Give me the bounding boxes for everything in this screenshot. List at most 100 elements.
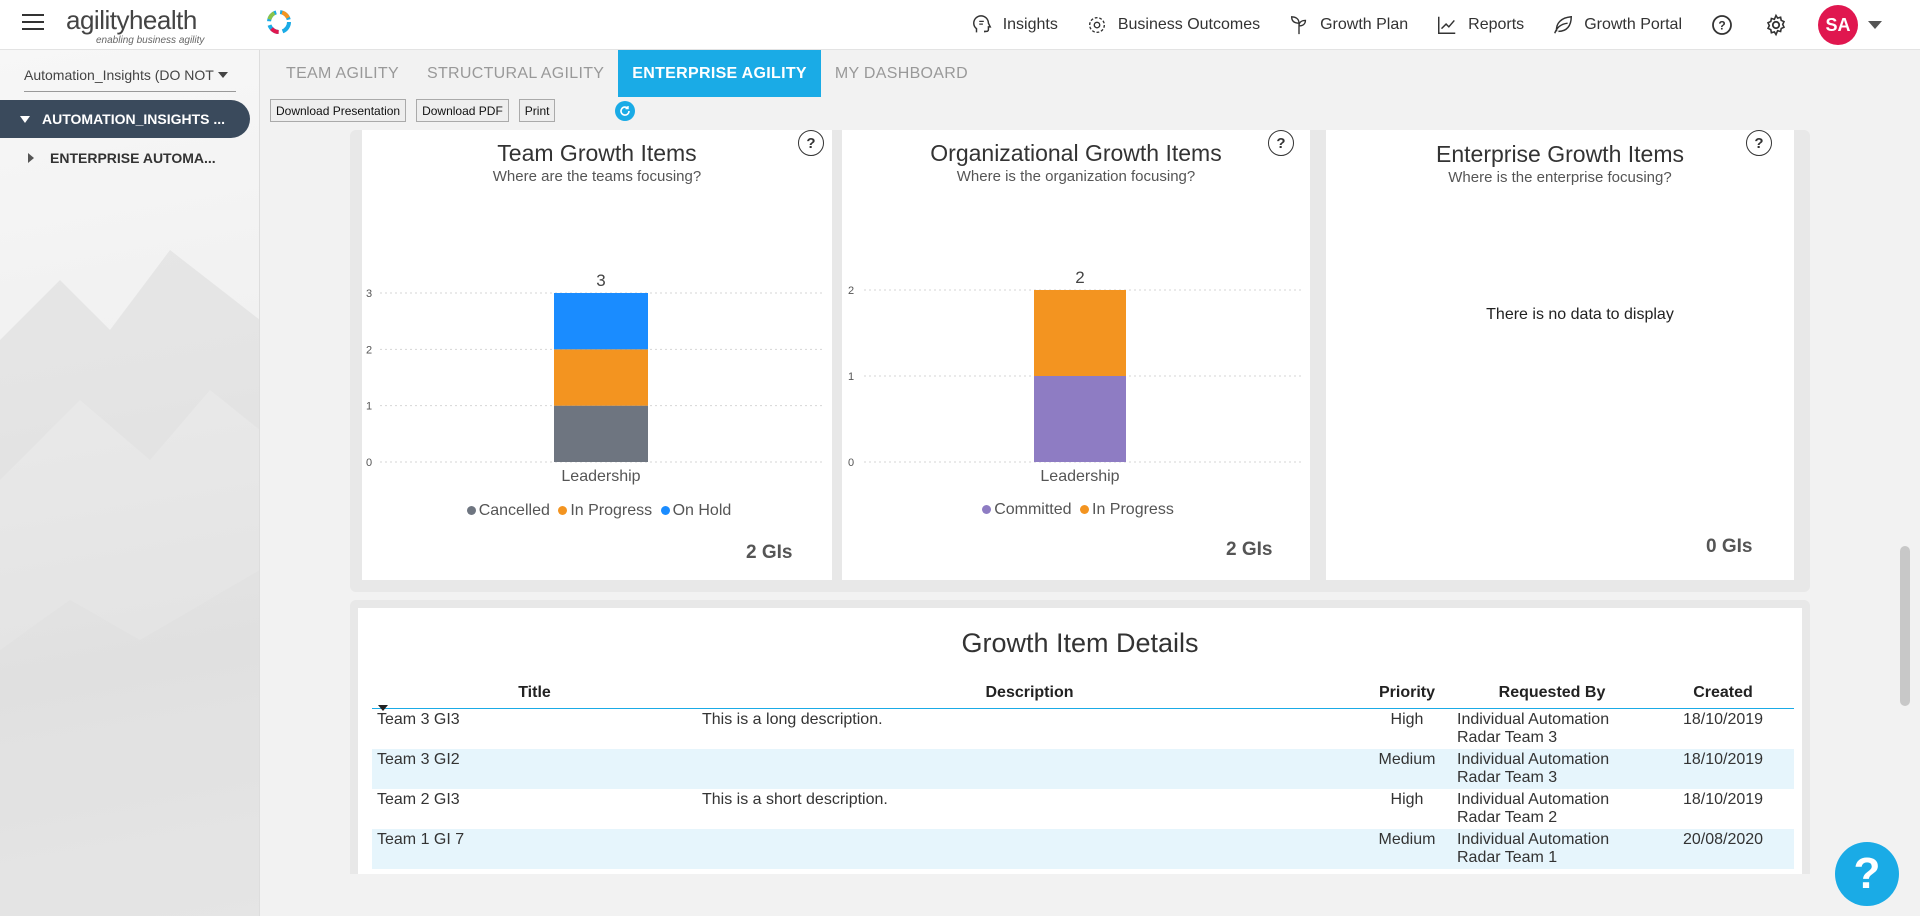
cell-created: 18/10/2019 (1682, 711, 1764, 728)
tree-item-label: AUTOMATION_INSIGHTS ... (42, 111, 226, 127)
legend-item-cancelled: Cancelled (463, 502, 550, 519)
tab-bar: TEAM AGILITY STRUCTURAL AGILITY ENTERPRI… (272, 50, 982, 97)
column-header-description[interactable]: Description (697, 680, 1362, 709)
bar-segment-in-progress (1034, 290, 1126, 376)
details-title: Growth Item Details (961, 628, 1199, 658)
enterprise-growth-items-card: Enterprise Growth Items Where is the ent… (1326, 130, 1794, 580)
nav-growth-portal-label: Growth Portal (1584, 16, 1682, 33)
tab-team-agility[interactable]: TEAM AGILITY (272, 50, 413, 97)
column-header-requested-by[interactable]: Requested By (1452, 680, 1652, 709)
help-chat-button[interactable]: ? (1835, 842, 1899, 906)
growth-item-details-panel: Growth Item Details Title Description Pr… (350, 600, 1810, 874)
column-header-created[interactable]: Created (1652, 680, 1794, 709)
y-tick-label: 0 (848, 457, 854, 469)
tab-my-dashboard[interactable]: MY DASHBOARD (821, 50, 982, 97)
x-category-label: Leadership (1040, 468, 1119, 485)
svg-text:?: ? (1718, 19, 1725, 33)
cell-title: Team 1 GI 7 (372, 829, 697, 869)
card-subtitle: Where is the enterprise focusing? (1448, 169, 1672, 186)
agilityhealth-logo[interactable]: agilityhealth enabling business agility (66, 5, 291, 46)
head-brain-icon (972, 15, 992, 33)
card-help-icon[interactable]: ? (1268, 130, 1294, 156)
nav-growth-portal[interactable]: Growth Portal (1552, 14, 1682, 36)
bar-total-label: 3 (596, 271, 605, 290)
nav-growth-plan[interactable]: Growth Plan (1288, 14, 1408, 36)
y-tick-label: 2 (366, 344, 372, 356)
team-select-value: Automation_Insights (DO NOT (24, 66, 214, 83)
y-tick-label: 2 (848, 285, 854, 297)
team-select-dropdown[interactable]: Automation_Insights (DO NOT (24, 58, 236, 92)
hamburger-menu-icon[interactable] (22, 14, 44, 32)
legend-item-in-progress: In Progress (554, 502, 652, 519)
chevron-down-icon (218, 71, 228, 78)
cell-created: 18/10/2019 (1652, 749, 1794, 789)
top-header: agilityhealth enabling business agility … (0, 0, 1920, 50)
cell-requested-by: Individual Automation Radar Team 3 (1457, 711, 1610, 746)
y-tick-label: 1 (366, 401, 372, 413)
gear-icon[interactable] (1764, 13, 1788, 37)
growth-item-details-table: Title Description Priority Requested By … (372, 680, 1794, 869)
tree-item-label: ENTERPRISE AUTOMA... (50, 150, 216, 166)
chart-legend: Committed In Progress (842, 501, 1310, 519)
expand-right-icon (28, 153, 34, 163)
download-pdf-button[interactable]: Download PDF (416, 99, 509, 122)
tree-item-automation-insights[interactable]: AUTOMATION_INSIGHTS ... (0, 100, 250, 138)
line-chart-icon (1438, 16, 1456, 34)
print-button[interactable]: Print (518, 99, 556, 122)
team-growth-items-card: Team Growth Items Where are the teams fo… (362, 130, 832, 580)
table-row[interactable]: Team 3 GI3 This is a long description. H… (372, 709, 1794, 750)
cell-description (697, 829, 1362, 869)
bar-segment-in-progress (554, 349, 648, 406)
cell-title: Team 2 GI3 (377, 791, 460, 808)
column-header-priority[interactable]: Priority (1362, 680, 1452, 709)
nav-business-outcomes-label: Business Outcomes (1117, 16, 1261, 33)
cell-priority: High (1390, 791, 1424, 808)
nav-business-outcomes[interactable]: Business Outcomes (1086, 14, 1260, 36)
cell-description: This is a long description. (702, 711, 883, 728)
user-avatar[interactable]: SA (1818, 5, 1858, 45)
report-toolbar: Download Presentation Download PDF Print (270, 99, 636, 122)
bar-segment-committed (1034, 376, 1126, 462)
bar-segment-on-hold (554, 293, 648, 350)
sort-descending-icon[interactable] (378, 705, 388, 711)
mountain-background-image (0, 250, 259, 916)
logo-tagline: enabling business agility (96, 35, 205, 46)
growth-items-panel: Team Growth Items Where are the teams fo… (350, 130, 1810, 592)
tab-structural-agility[interactable]: STRUCTURAL AGILITY (413, 50, 618, 97)
nav-reports[interactable]: Reports (1436, 14, 1524, 36)
no-data-message: There is no data to display (1486, 306, 1674, 323)
page-scrollbar[interactable] (1900, 546, 1910, 706)
bar-total-label: 2 (1075, 268, 1084, 287)
table-row[interactable]: Team 2 GI3 This is a short description. … (372, 789, 1794, 829)
expand-down-icon (20, 115, 30, 123)
card-help-icon[interactable]: ? (1746, 130, 1772, 156)
user-menu-caret-icon[interactable] (1868, 21, 1882, 29)
tab-enterprise-agility[interactable]: ENTERPRISE AGILITY (618, 50, 821, 97)
refresh-button[interactable] (615, 100, 636, 121)
tree-item-enterprise-automation[interactable]: ENTERPRISE AUTOMA... (28, 150, 216, 166)
card-help-icon[interactable]: ? (798, 130, 824, 156)
card-title: Enterprise Growth Items (1436, 141, 1684, 167)
main-content: Team Growth Items Where are the teams fo… (262, 130, 1920, 874)
download-presentation-button[interactable]: Download Presentation (270, 99, 407, 122)
cell-description: This is a short description. (702, 791, 888, 808)
nav-reports-label: Reports (1468, 16, 1525, 33)
cell-created: 18/10/2019 (1682, 791, 1764, 808)
column-header-title[interactable]: Title (372, 680, 697, 711)
gi-count: 2 GIs (1226, 539, 1273, 560)
table-row[interactable]: Team 1 GI 7 Medium Individual Automation… (372, 829, 1794, 869)
table-row[interactable]: Team 3 GI2 Medium Individual Automation R… (372, 749, 1794, 789)
cell-title: Team 3 GI2 (372, 749, 697, 789)
legend-item-in-progress: In Progress (1076, 501, 1174, 518)
nav-growth-plan-label: Growth Plan (1320, 16, 1409, 33)
top-navigation: Insights Business Outcomes Growth Plan R… (971, 0, 1920, 50)
cell-title: Team 3 GI3 (377, 711, 460, 728)
target-icon (1088, 16, 1105, 34)
chart-legend: Cancelled In Progress On Hold (362, 502, 832, 520)
bottom-strip (262, 874, 1920, 916)
help-circle-icon[interactable]: ? (1710, 13, 1734, 37)
y-tick-label: 1 (848, 371, 854, 383)
nav-insights[interactable]: Insights (971, 14, 1058, 36)
organizational-growth-items-chart: 0 1 2 2 Leadership (848, 268, 1304, 485)
cell-requested-by: Individual Automation Radar Team 3 (1452, 749, 1652, 789)
